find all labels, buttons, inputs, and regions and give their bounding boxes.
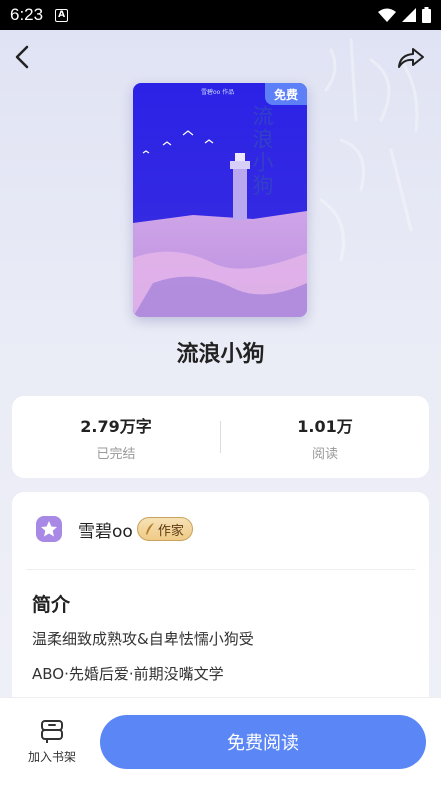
author-row[interactable]: 雪碧oo 作家 — [34, 514, 193, 544]
intro-text-line-1: 温柔细致成熟攻&自卑怯懦小狗受 — [32, 630, 254, 648]
bookshelf-icon — [41, 720, 63, 743]
stat-word-count: 2.79万字 已完结 — [12, 413, 220, 462]
free-badge: 免费 — [265, 83, 307, 105]
battery-icon — [422, 7, 431, 23]
add-to-shelf-label: 加入书架 — [27, 750, 76, 764]
stats-card: 2.79万字 已完结 1.01万 阅读 — [12, 396, 429, 478]
wifi-icon — [378, 8, 396, 22]
stat-value: 2.79万字 — [80, 416, 152, 436]
author-badge-label: 作家 — [157, 523, 184, 539]
book-cover[interactable]: 雪碧oo 作品 流浪小狗 免费 — [133, 83, 307, 317]
signal-icon — [402, 8, 416, 22]
stat-reads: 1.01万 阅读 — [221, 413, 429, 462]
add-to-shelf-button[interactable]: 加入书架 — [22, 718, 82, 765]
author-name[interactable]: 雪碧oo — [78, 517, 133, 542]
cover-author-text: 雪碧oo 作品 — [201, 89, 235, 96]
stat-label: 已完结 — [96, 446, 136, 462]
info-card: 雪碧oo 作家 简介 温柔细致成熟攻&自卑怯懦小狗受 ABO·先婚后爱·前期没嘴… — [12, 492, 429, 722]
top-bar — [0, 38, 441, 78]
cover-illustration — [133, 83, 307, 317]
cover-title-text: 流浪小狗 — [250, 105, 274, 197]
quill-icon — [145, 523, 154, 535]
divider — [26, 569, 415, 570]
notification-icon: A — [55, 8, 69, 22]
status-bar: 6:23 A — [0, 0, 441, 30]
chevron-left-icon — [15, 45, 29, 69]
author-badge: 作家 — [136, 517, 193, 541]
book-title: 流浪小狗 — [176, 342, 265, 367]
author-star-icon — [36, 516, 62, 542]
bottom-action-bar: 加入书架 免费阅读 — [0, 697, 441, 785]
status-time: 6:23 — [10, 5, 44, 24]
intro-heading: 简介 — [32, 594, 71, 616]
intro-text-line-2: ABO·先婚后爱·前期没嘴文学 — [32, 665, 224, 683]
back-button[interactable] — [8, 40, 36, 74]
stat-label: 阅读 — [311, 446, 338, 462]
share-button[interactable] — [393, 42, 429, 74]
share-icon — [398, 48, 424, 68]
stat-value: 1.01万 — [297, 416, 353, 436]
free-read-button[interactable]: 免费阅读 — [100, 715, 426, 769]
